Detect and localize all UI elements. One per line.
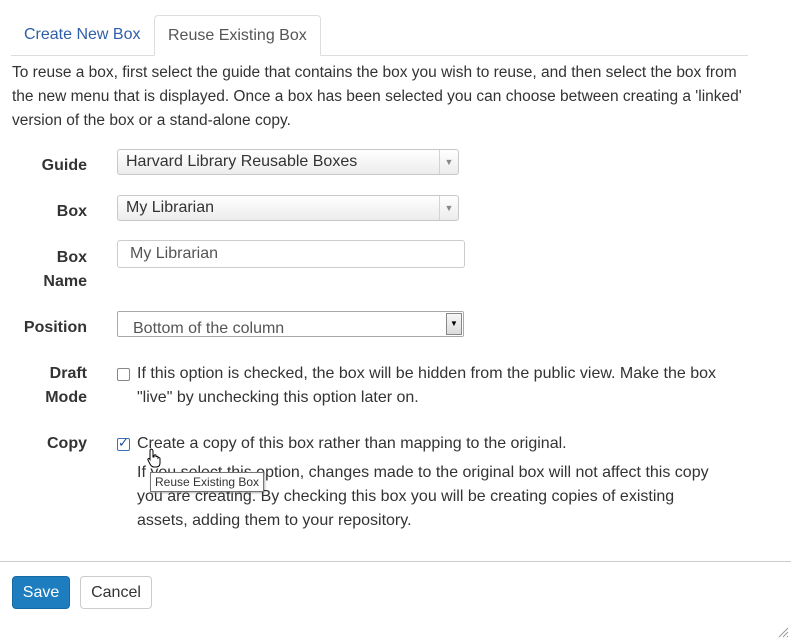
footer-divider	[0, 561, 791, 562]
check-icon: ✓	[118, 435, 129, 450]
tab-reuse-existing-box[interactable]: Reuse Existing Box	[154, 15, 321, 56]
cancel-button[interactable]: Cancel	[80, 576, 152, 609]
box-name-label-line1: Box	[56, 249, 87, 266]
chevron-down-icon: ▼	[446, 313, 462, 335]
tab-create-new-box[interactable]: Create New Box	[11, 15, 154, 55]
box-name-input[interactable]: My Librarian	[117, 240, 465, 268]
chevron-down-icon: ▼	[439, 150, 458, 174]
draft-mode-checkbox[interactable]	[117, 368, 130, 381]
save-button[interactable]: Save	[12, 576, 70, 609]
resize-handle-icon[interactable]	[777, 626, 789, 638]
guide-label: Guide	[41, 157, 87, 174]
tooltip: Reuse Existing Box	[150, 472, 265, 492]
position-label: Position	[23, 319, 87, 336]
box-select-value: My Librarian	[126, 199, 215, 216]
box-name-label-line2: Name	[43, 273, 87, 290]
copy-text: Create a copy of this box rather than ma…	[137, 435, 567, 452]
box-name-label: Box Name	[43, 246, 87, 294]
box-label: Box	[56, 203, 87, 220]
guide-select-value: Harvard Library Reusable Boxes	[126, 153, 358, 170]
box-select[interactable]: My Librarian ▼	[117, 195, 459, 221]
draft-mode-label-line2: Mode	[45, 389, 87, 406]
draft-mode-text: If this option is checked, the box will …	[137, 365, 716, 406]
copy-label: Copy	[47, 435, 87, 452]
position-select[interactable]: Bottom of the column ▼	[117, 311, 464, 337]
hand-cursor-icon	[147, 448, 161, 468]
tab-bar: Create New Box Reuse Existing Box	[11, 15, 748, 56]
draft-mode-label: Draft Mode	[45, 362, 87, 410]
draft-mode-label-line1: Draft	[49, 365, 87, 382]
position-select-value: Bottom of the column	[133, 320, 285, 337]
copy-checkbox[interactable]: ✓	[117, 435, 130, 451]
intro-text: To reuse a box, first select the guide t…	[12, 64, 742, 129]
chevron-down-icon: ▼	[439, 196, 458, 220]
guide-select[interactable]: Harvard Library Reusable Boxes ▼	[117, 149, 459, 175]
